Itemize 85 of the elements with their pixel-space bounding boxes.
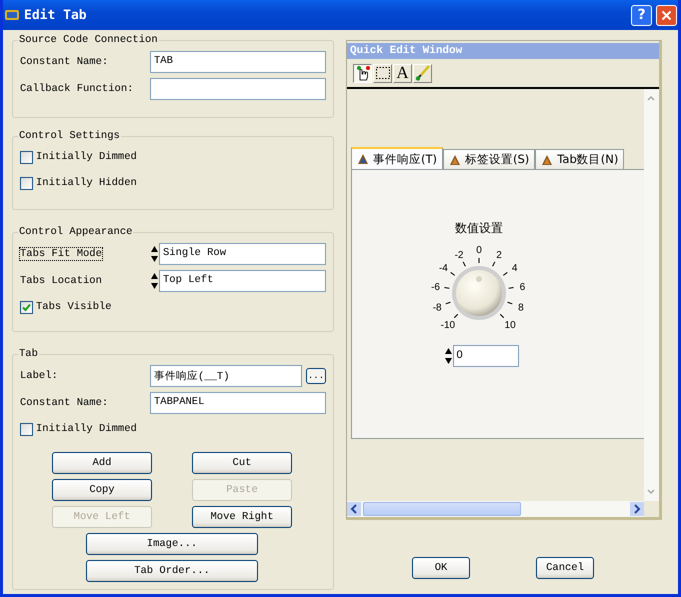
tab[interactable]: Tab数目(N) (535, 149, 624, 169)
tab[interactable]: 事件响应(T) (351, 147, 443, 169)
checkbox[interactable] (20, 176, 33, 190)
dialog-button[interactable]: Cancel (536, 557, 594, 579)
dial-tick (478, 258, 480, 264)
selection-icon (374, 65, 390, 81)
help-button[interactable]: ? (631, 4, 652, 26)
dial-tick-label: -2 (454, 250, 464, 261)
group-title: Tab (18, 348, 39, 360)
dial-tick (502, 272, 508, 276)
group-title: Control Appearance (18, 226, 134, 238)
dial-tick-label: 2 (496, 250, 502, 261)
text-tool-label: A (396, 63, 409, 83)
dial-tick-label: -8 (432, 302, 442, 314)
scroll-right-icon[interactable] (630, 502, 644, 516)
field-label: Constant Name: (20, 396, 110, 408)
ring-field[interactable]: Single Row (159, 242, 326, 264)
action-button[interactable]: Tab Order... (86, 560, 258, 582)
triangle-icon (449, 154, 461, 166)
spin-arrows-icon (150, 270, 159, 290)
text-field[interactable] (150, 78, 326, 100)
triangle-icon (357, 153, 369, 165)
text-field[interactable]: TABPANEL (150, 392, 326, 414)
checkbox-label: Initially Dimmed (36, 423, 137, 435)
action-button[interactable]: Move Right (192, 506, 292, 528)
panel-title: Quick Edit Window (347, 43, 659, 59)
dial-tick-label: -6 (431, 282, 440, 294)
tab-label: 事件响应(T) (373, 152, 437, 166)
text-field[interactable]: 事件响应(__T) (150, 364, 302, 386)
ring-field[interactable]: Top Left (159, 270, 326, 292)
dial-tick-label: -10 (440, 320, 456, 332)
dial-tick-label: 6 (520, 282, 526, 294)
group-title: Source Code Connection (18, 34, 159, 46)
dial-tick-label: 8 (518, 302, 524, 314)
tool-button[interactable]: A (393, 64, 412, 82)
numeric-field[interactable]: 0 (452, 345, 518, 367)
horizontal-scrollbar[interactable] (347, 501, 644, 517)
action-button[interactable]: Cut (192, 452, 292, 474)
field-label: Tabs Location (20, 274, 103, 286)
brush-icon (414, 65, 430, 81)
dial-tick-label: 10 (504, 320, 516, 332)
group-title: Control Settings (18, 130, 121, 142)
spin-arrows-icon (444, 346, 452, 366)
app-icon (4, 7, 20, 23)
dial-label: 数值设置 (455, 220, 503, 237)
tool-button[interactable] (353, 64, 372, 82)
checkbox-label: Initially Hidden (36, 177, 137, 189)
action-button[interactable]: Image... (86, 533, 258, 555)
dial-tick (500, 314, 504, 318)
dialog-button[interactable]: OK (412, 557, 470, 579)
tab-label: 标签设置(S) (465, 152, 530, 167)
scroll-thumb[interactable] (363, 502, 521, 516)
dial-tick (445, 302, 451, 304)
checkbox[interactable] (20, 150, 33, 164)
checkbox[interactable] (20, 300, 33, 314)
dial-tick (462, 261, 466, 267)
action-button[interactable]: Copy (52, 479, 152, 501)
tab[interactable]: 标签设置(S) (443, 149, 536, 169)
checkbox[interactable] (20, 422, 33, 436)
checkbox-label: Initially Dimmed (36, 151, 137, 163)
triangle-icon (541, 154, 554, 166)
action-button[interactable]: Add (52, 452, 152, 474)
dial-tick-label: 0 (476, 245, 482, 256)
window-title: Edit Tab (24, 8, 88, 22)
field-label: Callback Function: (20, 82, 134, 94)
field-label: Label: (20, 370, 59, 382)
text-field[interactable]: TAB (150, 50, 326, 72)
browse-button[interactable]: ... (306, 368, 326, 384)
checkbox-label: Tabs Visible (36, 301, 112, 313)
dial-tick (454, 314, 458, 318)
scroll-left-icon[interactable] (347, 502, 361, 516)
close-button[interactable] (656, 4, 677, 26)
dial-tick-label: -4 (438, 263, 448, 274)
field-label: Constant Name: (20, 56, 110, 68)
dial-tick (492, 261, 496, 267)
tab-label: Tab数目(N) (557, 152, 618, 167)
dial-tick-label: 4 (512, 263, 518, 274)
dial-tick (450, 272, 456, 276)
close-icon (661, 10, 672, 20)
dial-tick (444, 287, 450, 289)
hand-pointer-icon (354, 65, 370, 81)
spin-arrows-icon (150, 244, 159, 264)
field-label: Tabs Fit Mode (20, 248, 102, 260)
dial-tick (508, 287, 514, 289)
dial-tick (507, 302, 513, 304)
